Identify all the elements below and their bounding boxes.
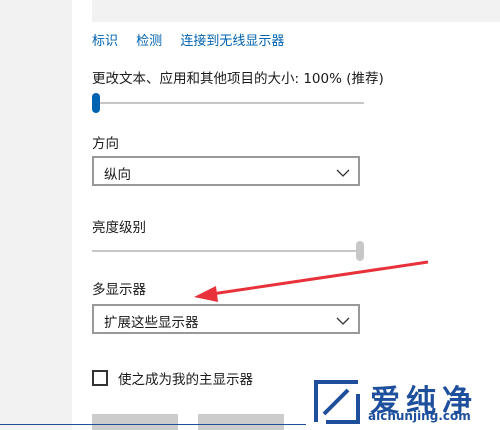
arrow-shaft [211,260,429,296]
arrow-head [194,286,218,302]
annotation-arrow [194,260,429,302]
watermark-url: aichunjing.com [368,409,471,423]
watermark-underline [0,424,306,425]
